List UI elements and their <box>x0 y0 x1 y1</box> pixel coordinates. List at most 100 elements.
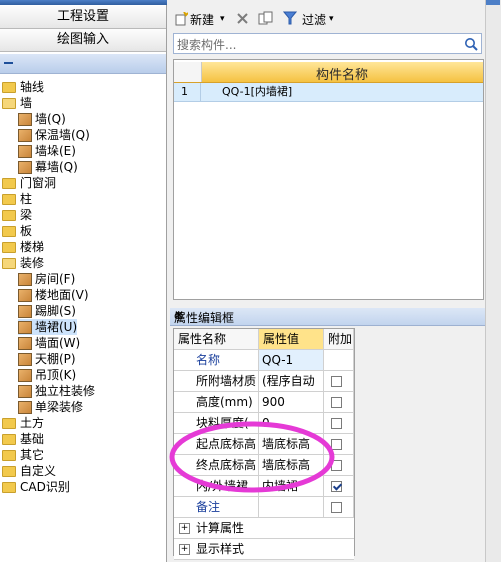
component-type-icon <box>18 273 32 286</box>
new-icon[interactable] <box>174 12 188 26</box>
property-group-label: 计算属性 <box>196 521 245 535</box>
tree-item[interactable]: 吊顶(K) <box>18 367 76 383</box>
copy-icon[interactable] <box>258 11 274 26</box>
tree-item[interactable]: 幕墙(Q) <box>18 159 78 175</box>
tree-folder[interactable]: 轴线 <box>2 79 44 95</box>
tree-folder[interactable]: 装修 <box>2 255 44 271</box>
property-name: 所附墙材质 <box>174 371 259 392</box>
folder-icon <box>2 450 16 461</box>
table-row[interactable]: 1 QQ-1[内墙裙] <box>174 83 483 102</box>
component-type-icon <box>18 161 32 174</box>
property-name: 名称 <box>174 350 259 371</box>
tree-folder[interactable]: 门窗洞 <box>2 175 56 191</box>
row-number-header <box>174 62 202 82</box>
attach-checkbox[interactable] <box>331 502 342 513</box>
tree-item-label: 墙垛(E) <box>35 144 76 158</box>
property-value[interactable]: 900 <box>259 392 324 413</box>
collapse-icon[interactable] <box>4 62 13 64</box>
tree-item[interactable]: 独立柱装修 <box>18 383 95 399</box>
list-header: 构件名称 <box>174 62 483 83</box>
property-value[interactable]: (程序自动 <box>259 371 324 392</box>
tree-item[interactable]: 墙垛(E) <box>18 143 76 159</box>
tree-folder[interactable]: 土方 <box>2 415 44 431</box>
tree-item[interactable]: 单梁装修 <box>18 399 83 415</box>
tree-folder[interactable]: 其它 <box>2 447 44 463</box>
folder-icon <box>2 482 16 493</box>
property-header-0: 属性名称 <box>174 329 259 350</box>
tree-item-label: 墙(Q) <box>35 112 66 126</box>
tree-item[interactable]: 墙裙(U) <box>18 319 78 335</box>
attach-checkbox[interactable] <box>331 397 342 408</box>
panel-title-strip <box>0 0 167 5</box>
tree-item-label: 保温墙(Q) <box>35 128 90 142</box>
delete-icon[interactable] <box>236 12 249 25</box>
tree-folder[interactable]: 自定义 <box>2 463 56 479</box>
drawing-input-button[interactable]: 绘图输入 <box>0 29 166 52</box>
tree-folder[interactable]: 楼梯 <box>2 239 44 255</box>
tree-item-label: 楼梯 <box>20 240 45 254</box>
collapse-bar[interactable] <box>0 54 166 74</box>
tree-item-label: 门窗洞 <box>20 176 57 190</box>
expand-icon[interactable]: + <box>179 523 190 534</box>
property-value[interactable] <box>259 497 324 518</box>
close-icon[interactable]: ✕ <box>174 308 481 322</box>
filter-dropdown-arrow-icon[interactable]: ▾ <box>329 14 334 24</box>
tree-folder[interactable]: 板 <box>2 223 32 239</box>
search-icon[interactable] <box>464 37 478 51</box>
tree-item[interactable]: 天棚(P) <box>18 351 76 367</box>
property-group-row[interactable]: + 显示样式 <box>174 539 354 560</box>
tree-folder[interactable]: CAD识别 <box>2 479 70 495</box>
component-type-icon <box>18 113 32 126</box>
tree-item-label: 基础 <box>20 432 45 446</box>
component-type-icon <box>18 129 32 142</box>
folder-icon <box>2 178 16 189</box>
tree-folder[interactable]: 基础 <box>2 431 44 447</box>
folder-icon <box>2 210 16 221</box>
tree-item-label: CAD识别 <box>20 480 70 494</box>
component-name-header[interactable]: 构件名称 <box>202 64 482 83</box>
tree-item-label: 其它 <box>20 448 45 462</box>
property-group-row[interactable]: + 计算属性 <box>174 518 354 539</box>
property-header-1: 属性值 <box>259 329 324 350</box>
new-dropdown-arrow-icon[interactable]: ▾ <box>220 14 225 24</box>
right-side-strip <box>485 0 501 562</box>
tree-folder[interactable]: 梁 <box>2 207 32 223</box>
toolbar: 新建 ▾ 过滤 ▾ <box>170 8 485 30</box>
row-index: 1 <box>174 83 201 101</box>
property-extra <box>324 392 354 413</box>
tree-folder[interactable]: 柱 <box>2 191 32 207</box>
tree-folder[interactable]: 墙 <box>2 95 32 111</box>
tree-item[interactable]: 楼地面(V) <box>18 287 89 303</box>
new-button[interactable]: 新建 <box>190 11 214 28</box>
filter-button[interactable]: 过滤 <box>302 11 326 28</box>
property-value[interactable]: QQ-1 <box>259 350 324 371</box>
tree-item[interactable]: 房间(F) <box>18 271 75 287</box>
property-header-2: 附加 <box>324 329 354 350</box>
tree-item[interactable]: 墙面(W) <box>18 335 80 351</box>
property-group-label: 显示样式 <box>196 542 245 556</box>
tree-item-label: 土方 <box>20 416 45 430</box>
tree-item[interactable]: 保温墙(Q) <box>18 127 90 143</box>
component-type-icon <box>18 321 32 334</box>
tree-item[interactable]: 墙(Q) <box>18 111 66 127</box>
tree-item-label: 天棚(P) <box>35 352 76 366</box>
folder-open-icon <box>2 98 16 109</box>
tree-item[interactable]: 踢脚(S) <box>18 303 76 319</box>
property-name: 高度(mm) <box>174 392 259 413</box>
expand-icon[interactable]: + <box>179 544 190 555</box>
search-input[interactable]: 搜索构件... <box>173 33 482 54</box>
component-type-icon <box>18 337 32 350</box>
component-name-cell[interactable]: QQ-1[内墙裙] <box>222 83 292 101</box>
tree-item-label: 独立柱装修 <box>35 384 96 398</box>
folder-icon <box>2 194 16 205</box>
tree-item-label: 自定义 <box>20 464 57 478</box>
project-settings-button[interactable]: 工程设置 <box>0 6 166 29</box>
property-name: 备注 <box>174 497 259 518</box>
component-type-icon <box>18 305 32 318</box>
component-type-icon <box>18 289 32 302</box>
tree-item-label: 吊顶(K) <box>35 368 77 382</box>
tree-item-label: 墙面(W) <box>35 336 81 350</box>
filter-icon[interactable] <box>283 11 297 25</box>
attach-checkbox[interactable] <box>331 376 342 387</box>
component-type-icon <box>18 369 32 382</box>
